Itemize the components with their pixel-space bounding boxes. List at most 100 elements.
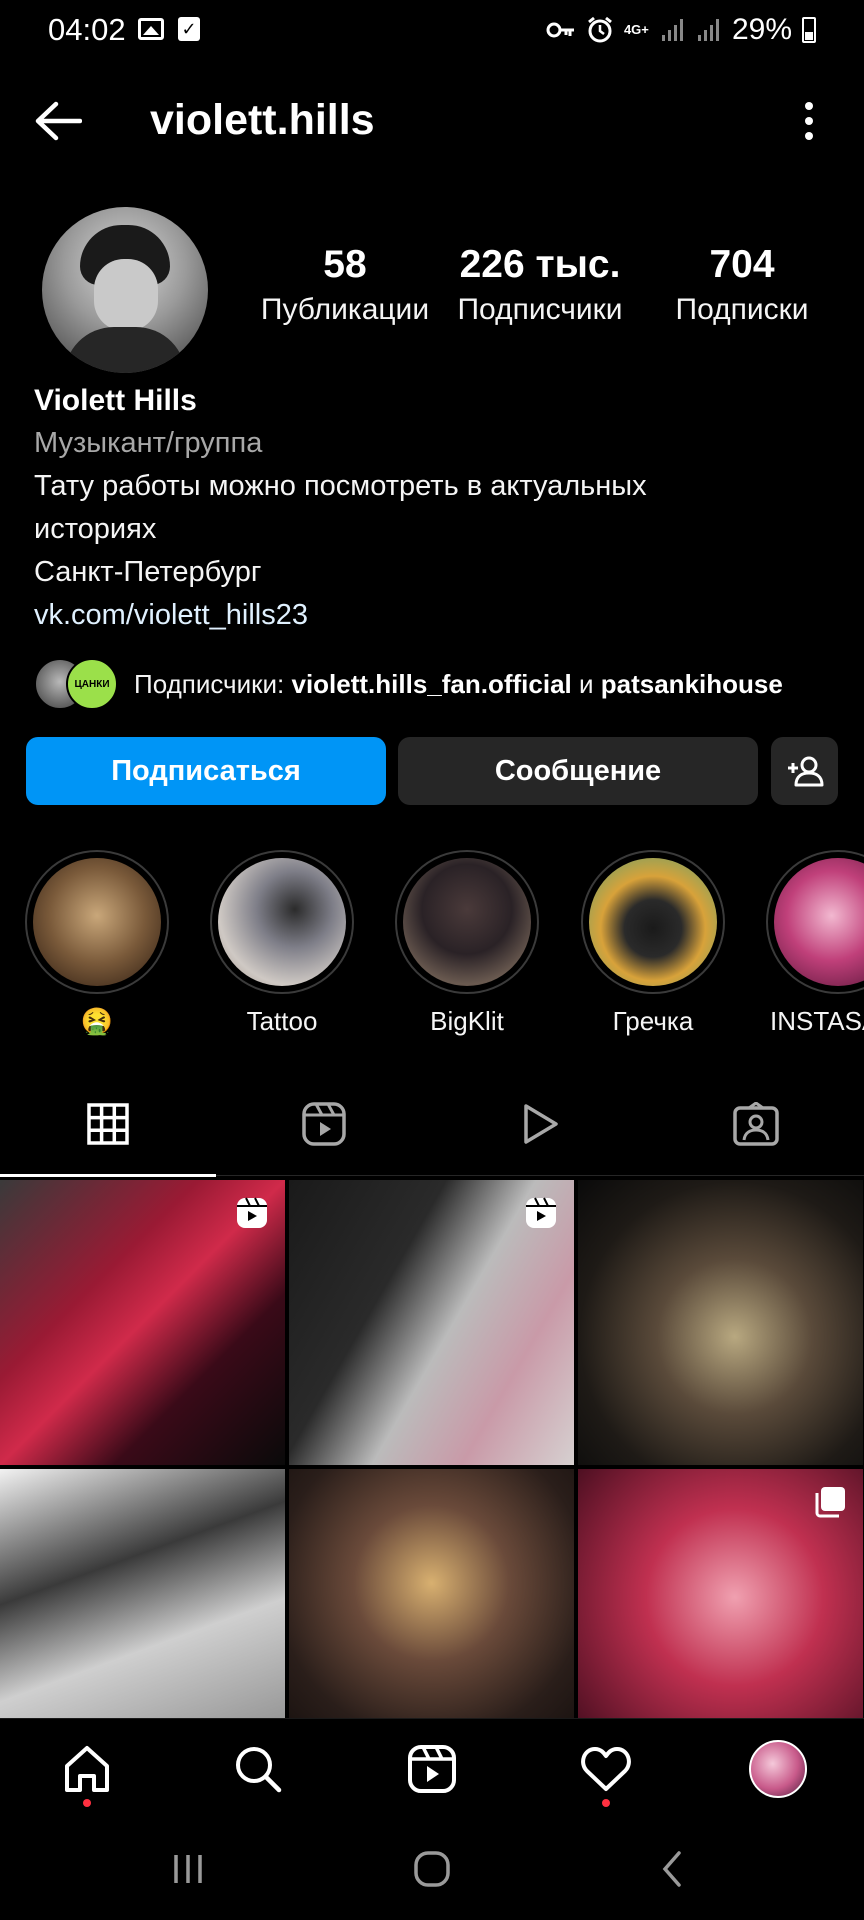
back-button[interactable] [30,96,86,146]
play-icon [524,1104,558,1144]
notification-dot [602,1799,610,1807]
bio-line: Тату работы можно посмотреть в актуальны… [34,470,647,502]
home-icon [65,1746,109,1792]
highlight-label: 🤮 [80,1006,114,1036]
back-arrow-icon [35,101,82,141]
home-circle-icon [414,1851,450,1887]
carousel-icon [815,1487,845,1518]
network-icon: 4G+ [623,22,649,37]
posts-grid [0,1180,864,1718]
nav-activity[interactable] [576,1739,636,1807]
highlight-item[interactable]: Гречка [581,850,725,1037]
signal-icon [697,19,719,41]
battery-percent: 29% [731,13,792,46]
nav-search[interactable] [228,1739,288,1799]
reels-icon [408,1745,456,1793]
nav-reels[interactable] [402,1739,462,1799]
highlight-label: Tattoo [246,1006,318,1036]
story-highlights: 🤮 Tattoo BigKlit Гречка INSTASA [0,850,864,1050]
key-icon [546,22,574,38]
chevron-left-icon [662,1851,681,1887]
back-button[interactable] [642,1844,702,1894]
highlight-cover [218,858,346,986]
follow-button[interactable]: Подписаться [26,737,386,805]
alarm-icon [588,16,612,43]
profile-category: Музыкант/группа [34,427,263,459]
tagged-icon [733,1102,779,1146]
message-button[interactable]: Сообщение [398,737,758,805]
recent-apps-icon [174,1855,202,1883]
stat-following[interactable]: 704 Подписки [656,242,828,330]
highlight-item[interactable]: BigKlit [395,850,539,1037]
reels-icon [302,1102,346,1146]
follower-username[interactable]: violett.hills_fan.official [291,669,571,699]
profile-name: Violett Hills [34,384,197,417]
profile-avatar [749,1740,807,1798]
highlight-cover [589,858,717,986]
profile-location: Санкт-Петербург [34,556,262,588]
profile-bio: Violett Hills Музыкант/группа Тату работ… [34,380,834,637]
reels-icon [526,1197,556,1228]
followed-by-text: Подписчики: violett.hills_fan.official и… [134,668,783,699]
status-icons: 4G+ 29% [546,10,816,50]
bio-line: историях [34,513,157,545]
heart-icon [581,1747,631,1791]
post-thumbnail[interactable] [578,1180,863,1465]
highlight-cover [33,858,161,986]
follower-avatar: ЦАНКИ [66,658,118,710]
check-icon: ✓ [178,17,200,41]
battery-icon [802,17,816,43]
reels-icon [237,1197,267,1228]
tab-reels[interactable] [216,1072,432,1176]
stat-value: 704 [709,243,775,286]
followed-by[interactable]: ЦАНКИ Подписчики: violett.hills_fan.offi… [34,654,854,714]
highlight-item[interactable]: 🤮 [25,850,169,1037]
system-navigation [0,1818,864,1920]
stat-posts[interactable]: 58 Публикации [250,242,440,330]
post-thumbnail[interactable] [289,1180,574,1465]
stat-label: Подписчики [457,293,623,326]
highlight-cover [403,858,531,986]
more-options-button[interactable] [794,96,824,146]
profile-avatar[interactable] [42,207,208,373]
nav-profile[interactable] [748,1739,808,1799]
signal-icon [661,19,683,41]
highlight-label: INSTASA [770,1006,864,1036]
highlight-label: BigKlit [430,1006,504,1036]
add-person-icon [787,756,823,787]
profile-tabs [0,1072,864,1177]
image-icon [138,18,164,40]
recent-apps-button[interactable] [158,1844,218,1894]
grid-icon [87,1103,129,1145]
highlight-label: Гречка [612,1006,694,1036]
post-thumbnail[interactable] [0,1469,285,1718]
stat-label: Подписки [675,293,809,326]
stat-value: 226 тыс. [459,243,621,286]
tab-tagged[interactable] [648,1072,864,1176]
highlight-item[interactable]: INSTASA [766,850,864,1037]
notification-dot [83,1799,91,1807]
highlight-cover [774,858,864,986]
highlight-item[interactable]: Tattoo [210,850,354,1037]
follower-username[interactable]: patsankihouse [601,669,783,699]
tab-videos[interactable] [432,1072,648,1176]
status-bar: 04:02 ✓ 4G+ 29% [0,0,864,64]
home-button[interactable] [402,1844,462,1894]
post-thumbnail[interactable] [578,1469,863,1718]
suggest-users-button[interactable] [771,737,838,805]
bottom-navigation [0,1718,864,1818]
stat-label: Публикации [260,293,430,326]
profile-stats: 58 Публикации 226 тыс. Подписчики 704 По… [250,242,840,342]
stat-value: 58 [323,243,367,286]
nav-home[interactable] [57,1739,117,1807]
search-icon [236,1747,282,1793]
profile-link[interactable]: vk.com/violett_hills23 [34,594,834,637]
post-thumbnail[interactable] [0,1180,285,1465]
stat-followers[interactable]: 226 тыс. Подписчики [442,242,638,330]
profile-header: violett.hills [0,76,864,168]
page-title: violett.hills [150,96,375,144]
tab-posts[interactable] [0,1072,216,1177]
post-thumbnail[interactable] [289,1469,574,1718]
status-time: 04:02 [48,12,126,47]
more-vertical-icon [805,102,813,140]
